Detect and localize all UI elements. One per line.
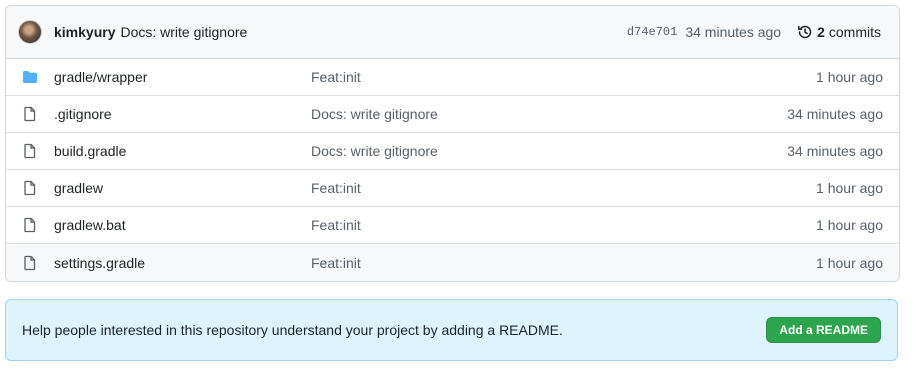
commits-label: commits bbox=[828, 24, 881, 40]
file-commit-message[interactable]: Feat:init bbox=[311, 180, 816, 196]
file-icon bbox=[22, 143, 38, 159]
file-icon bbox=[22, 217, 38, 233]
file-commit-message[interactable]: Feat:init bbox=[311, 217, 816, 233]
file-name[interactable]: settings.gradle bbox=[54, 255, 311, 271]
commit-author[interactable]: kimkyury bbox=[54, 24, 115, 40]
latest-commit-bar: kimkyury Docs: write gitignore d74e701 3… bbox=[6, 6, 899, 59]
list-item[interactable]: .gitignore Docs: write gitignore 34 minu… bbox=[6, 96, 899, 133]
file-age: 1 hour ago bbox=[816, 217, 883, 233]
file-commit-message[interactable]: Docs: write gitignore bbox=[311, 143, 787, 159]
commits-link[interactable]: 2 commits bbox=[797, 24, 881, 40]
file-name[interactable]: gradle/wrapper bbox=[54, 69, 311, 85]
list-item[interactable]: gradle/wrapper Feat:init 1 hour ago bbox=[6, 59, 899, 96]
file-name[interactable]: build.gradle bbox=[54, 143, 311, 159]
file-commit-message[interactable]: Docs: write gitignore bbox=[311, 106, 787, 122]
list-item[interactable]: build.gradle Docs: write gitignore 34 mi… bbox=[6, 133, 899, 170]
file-age: 1 hour ago bbox=[816, 69, 883, 85]
file-icon bbox=[22, 180, 38, 196]
add-readme-button[interactable]: Add a README bbox=[766, 317, 881, 343]
file-commit-message[interactable]: Feat:init bbox=[311, 69, 816, 85]
file-age: 34 minutes ago bbox=[787, 143, 883, 159]
avatar[interactable] bbox=[18, 20, 42, 44]
commit-time: 34 minutes ago bbox=[685, 24, 782, 40]
folder-icon bbox=[22, 69, 38, 85]
file-name[interactable]: .gitignore bbox=[54, 106, 311, 122]
file-name[interactable]: gradlew.bat bbox=[54, 217, 311, 233]
file-icon bbox=[22, 106, 38, 122]
file-browser: kimkyury Docs: write gitignore d74e701 3… bbox=[5, 5, 900, 282]
history-icon bbox=[798, 25, 812, 39]
readme-banner-text: Help people interested in this repositor… bbox=[22, 322, 563, 338]
list-item[interactable]: settings.gradle Feat:init 1 hour ago bbox=[6, 244, 899, 281]
file-age: 1 hour ago bbox=[816, 254, 883, 271]
list-item[interactable]: gradlew Feat:init 1 hour ago bbox=[6, 170, 899, 207]
file-commit-message[interactable]: Feat:init bbox=[311, 255, 816, 271]
file-age: 34 minutes ago bbox=[787, 106, 883, 122]
file-age: 1 hour ago bbox=[816, 180, 883, 196]
file-list: gradle/wrapper Feat:init 1 hour ago .git… bbox=[6, 59, 899, 281]
readme-banner: Help people interested in this repositor… bbox=[5, 299, 898, 361]
list-item[interactable]: gradlew.bat Feat:init 1 hour ago bbox=[6, 207, 899, 244]
commit-message[interactable]: Docs: write gitignore bbox=[120, 24, 247, 40]
file-name[interactable]: gradlew bbox=[54, 180, 311, 196]
commit-sha[interactable]: d74e701 bbox=[627, 25, 677, 39]
commit-count: 2 bbox=[817, 24, 825, 40]
file-icon bbox=[22, 255, 38, 271]
